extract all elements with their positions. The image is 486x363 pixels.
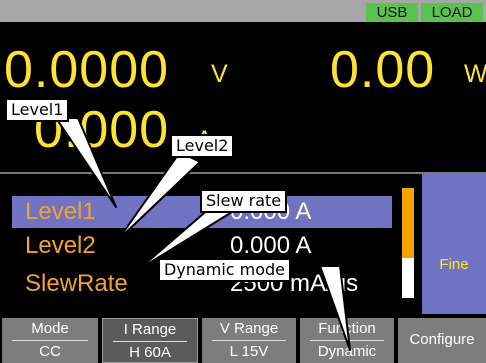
i-range-softkey-title: I Range (123, 321, 177, 338)
softkey-divider (113, 341, 187, 342)
level1-callout: Level1 (5, 98, 70, 122)
i-range-softkey-value: H 60A (129, 344, 171, 361)
load-status-badge: LOAD (421, 3, 483, 22)
configure-softkey[interactable]: Configure (398, 318, 486, 363)
scrollbar-thumb[interactable] (402, 188, 414, 258)
softkey-divider (12, 340, 88, 341)
resolution-panel[interactable]: Fine (422, 174, 486, 314)
status-bar: USB LOAD (0, 0, 486, 22)
settings-scrollbar[interactable] (402, 188, 414, 298)
setting-label-level1: Level1 (25, 198, 96, 225)
function-softkey-value: Dynamic (317, 343, 377, 360)
dynamic-mode-callout: Dynamic mode (158, 258, 292, 282)
v-range-softkey-title: V Range (219, 320, 279, 337)
voltage-unit: V (211, 60, 228, 88)
measurement-display: 0.0000 V 0.00 W 0.000 A (0, 22, 486, 172)
mode-softkey[interactable]: Mode CC (2, 318, 98, 363)
configure-softkey-label: Configure (409, 331, 475, 348)
v-range-softkey-value: L 15V (229, 343, 269, 360)
power-readout: 0.00 (330, 41, 436, 99)
level2-callout: Level2 (170, 134, 235, 158)
usb-status-badge: USB (366, 3, 418, 22)
function-softkey[interactable]: Function Dynamic (300, 318, 394, 363)
resolution-label: Fine (439, 256, 469, 273)
setting-value-level2: 0.000 A (230, 232, 312, 259)
softkey-divider (310, 340, 384, 341)
i-range-softkey[interactable]: I Range H 60A (102, 318, 198, 363)
mode-softkey-title: Mode (31, 320, 69, 337)
setting-label-level2: Level2 (25, 232, 96, 259)
slew-rate-callout: Slew rate (200, 189, 288, 213)
softkey-bar: Mode CC I Range H 60A V Range L 15V Func… (0, 314, 486, 363)
mode-softkey-value: CC (39, 343, 61, 360)
function-softkey-title: Function (318, 320, 376, 337)
power-unit: W (464, 60, 486, 88)
softkey-divider (212, 340, 286, 341)
v-range-softkey[interactable]: V Range L 15V (202, 318, 296, 363)
voltage-readout: 0.0000 (4, 41, 170, 99)
setting-label-slewrate: SlewRate (25, 270, 128, 297)
